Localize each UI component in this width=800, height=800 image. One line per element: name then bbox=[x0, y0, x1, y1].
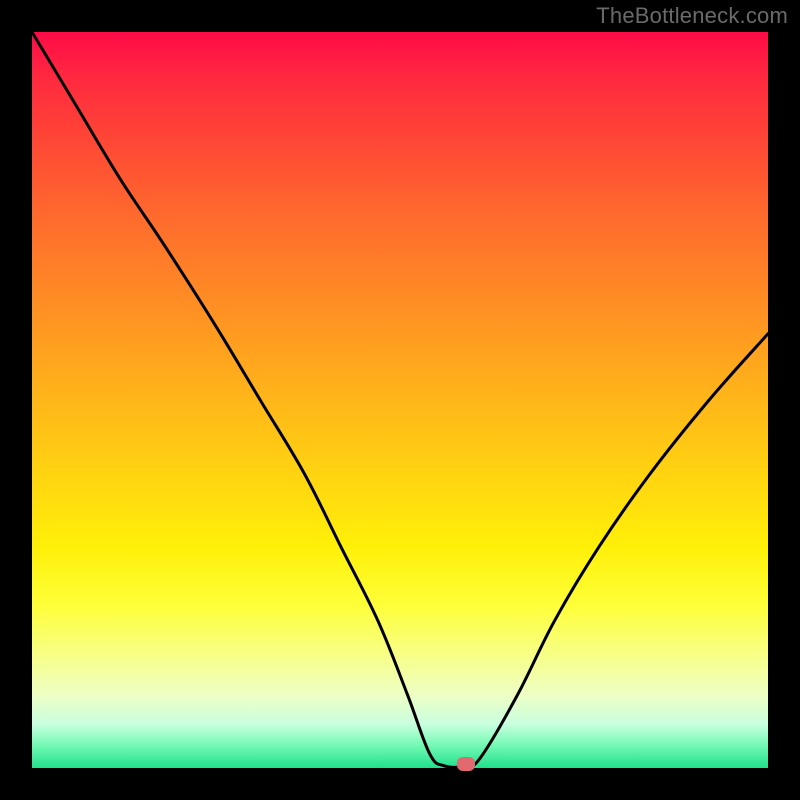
chart-frame: TheBottleneck.com bbox=[0, 0, 800, 800]
plot-area bbox=[32, 32, 768, 768]
bottleneck-curve bbox=[32, 32, 768, 768]
attribution-label: TheBottleneck.com bbox=[596, 3, 788, 29]
optimal-point-marker bbox=[457, 757, 475, 771]
